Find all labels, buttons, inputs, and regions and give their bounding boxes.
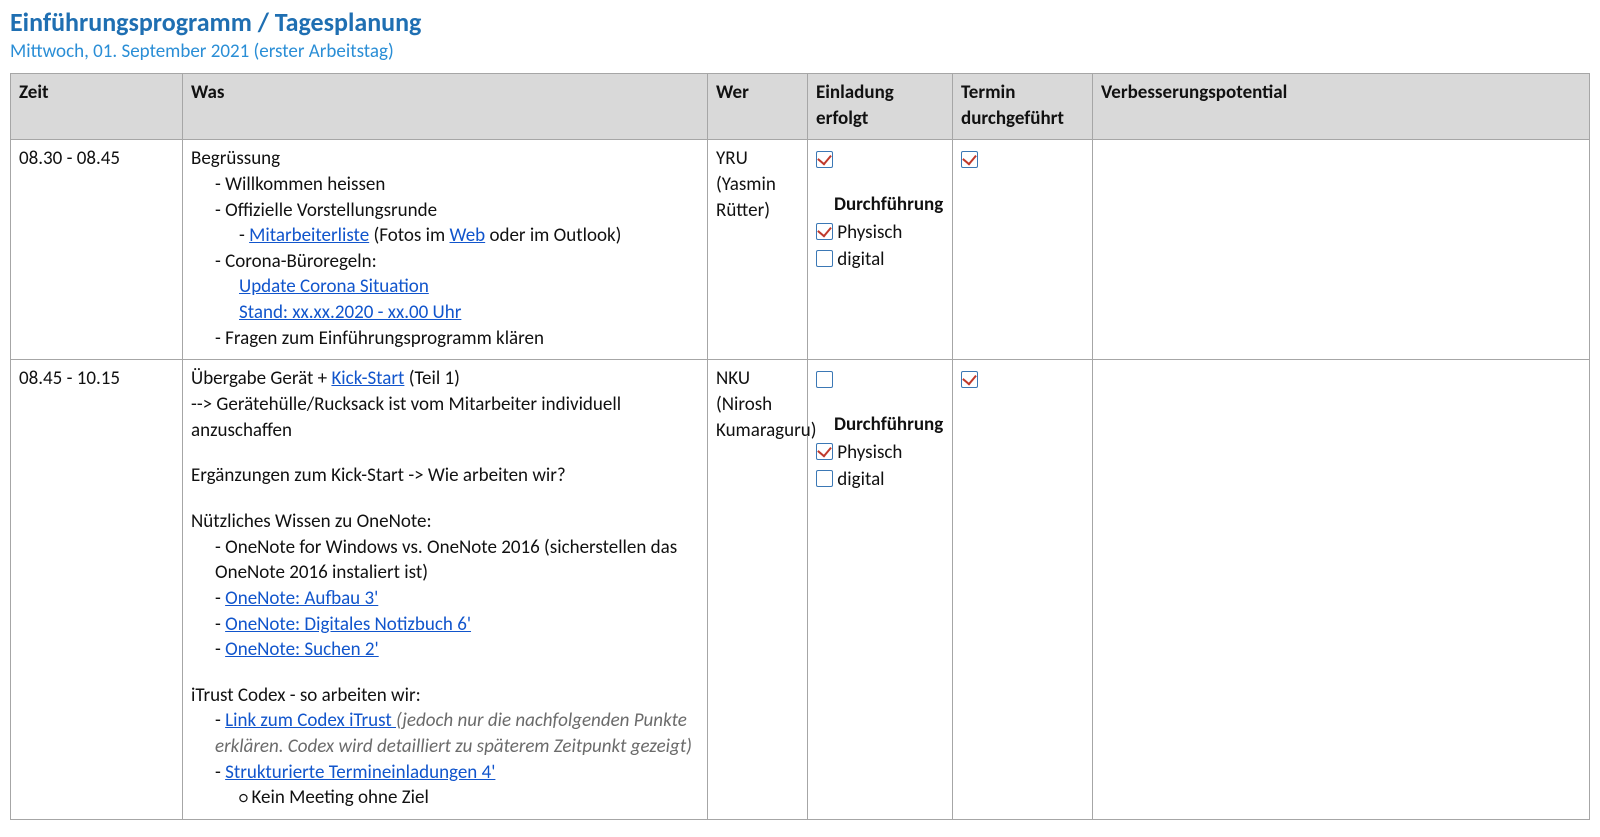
kickstart-link[interactable]: Kick-Start xyxy=(331,367,404,390)
list-item: Willkommen heissen xyxy=(215,172,699,198)
digital-label: digital xyxy=(837,248,884,271)
col-zeit: Zeit xyxy=(11,74,183,140)
text: (Teil 1) xyxy=(404,367,460,390)
web-link[interactable]: Web xyxy=(450,224,486,247)
digital-checkbox[interactable] xyxy=(816,250,833,267)
onenote-suchen-link[interactable]: OneNote: Suchen 2' xyxy=(225,638,379,661)
onenote-notizbuch-link[interactable]: OneNote: Digitales Notizbuch 6' xyxy=(225,613,471,636)
cell-wer: NKU (Nirosh Kumaraguru) xyxy=(708,360,808,820)
list-item: Mitarbeiterliste (Fotos im Web oder im O… xyxy=(239,223,699,249)
schedule-table: Zeit Was Wer Einladung erfolgt Termin du… xyxy=(10,73,1590,820)
termin-checkbox[interactable] xyxy=(961,371,978,388)
digital-label: digital xyxy=(837,468,884,491)
list-item: OneNote: Suchen 2' xyxy=(215,637,699,663)
cell-verbesserung xyxy=(1093,360,1590,820)
text: Übergabe Gerät + xyxy=(191,367,331,390)
physisch-checkbox[interactable] xyxy=(816,443,833,460)
list-item: Offizielle Vorstellungsrunde xyxy=(215,198,699,224)
corona-stand-link[interactable]: Stand: xx.xx.2020 - xx.00 Uhr xyxy=(239,301,461,324)
codex-link[interactable]: Link zum Codex iTrust xyxy=(225,709,396,732)
text: Begrüssung xyxy=(191,146,699,172)
col-termin: Termin durchgeführt xyxy=(953,74,1093,140)
text: (Fotos im xyxy=(369,224,449,247)
durchfuehrung-label: Durchführung xyxy=(834,192,944,218)
onenote-aufbau-link[interactable]: OneNote: Aufbau 3' xyxy=(225,587,378,610)
col-einladung: Einladung erfolgt xyxy=(808,74,953,140)
termineinladungen-link[interactable]: Strukturierte Termineinladungen 4' xyxy=(225,761,495,784)
physisch-label: Physisch xyxy=(837,221,902,244)
col-verbesserung: Verbesserungspotential xyxy=(1093,74,1590,140)
cell-wer: YRU (Yasmin Rütter) xyxy=(708,140,808,360)
page-title: Einführungsprogramm / Tagesplanung xyxy=(10,6,1590,38)
cell-was: Begrüssung Willkommen heissen Offizielle… xyxy=(183,140,708,360)
text: --> Gerätehülle/Rucksack ist vom Mitarbe… xyxy=(191,392,699,443)
list-item: Fragen zum Einführungsprogramm klären xyxy=(215,326,699,352)
cell-termin xyxy=(953,360,1093,820)
cell-was: Übergabe Gerät + Kick-Start (Teil 1) -->… xyxy=(183,360,708,820)
list-item: Link zum Codex iTrust (jedoch nur die na… xyxy=(215,708,699,759)
cell-zeit: 08.45 - 10.15 xyxy=(11,360,183,820)
list-item: Corona-Büroregeln: xyxy=(215,249,699,275)
cell-einladung: Durchführung Physisch digital xyxy=(808,140,953,360)
col-wer: Wer xyxy=(708,74,808,140)
page-subtitle: Mittwoch, 01. September 2021 (erster Arb… xyxy=(10,40,1590,63)
mitarbeiterliste-link[interactable]: Mitarbeiterliste xyxy=(249,224,369,247)
cell-einladung: Durchführung Physisch digital xyxy=(808,360,953,820)
table-row: 08.30 - 08.45 Begrüssung Willkommen heis… xyxy=(11,140,1590,360)
text: Ergänzungen zum Kick-Start -> Wie arbeit… xyxy=(191,463,699,489)
cell-zeit: 08.30 - 08.45 xyxy=(11,140,183,360)
corona-update-link[interactable]: Update Corona Situation xyxy=(239,275,429,298)
list-item: OneNote: Digitales Notizbuch 6' xyxy=(215,612,699,638)
list-item: OneNote: Aufbau 3' xyxy=(215,586,699,612)
list-item: Strukturierte Termineinladungen 4' xyxy=(215,760,699,786)
einladung-checkbox[interactable] xyxy=(816,151,833,168)
physisch-label: Physisch xyxy=(837,441,902,464)
text: Nützliches Wissen zu OneNote: xyxy=(191,509,699,535)
col-was: Was xyxy=(183,74,708,140)
text: iTrust Codex - so arbeiten wir: xyxy=(191,683,699,709)
text: oder im Outlook) xyxy=(485,224,621,247)
table-row: 08.45 - 10.15 Übergabe Gerät + Kick-Star… xyxy=(11,360,1590,820)
termin-checkbox[interactable] xyxy=(961,151,978,168)
list-item: Kein Meeting ohne Ziel xyxy=(239,785,699,811)
durchfuehrung-label: Durchführung xyxy=(834,412,944,438)
list-item: OneNote for Windows vs. OneNote 2016 (si… xyxy=(215,535,699,586)
digital-checkbox[interactable] xyxy=(816,470,833,487)
cell-termin xyxy=(953,140,1093,360)
einladung-checkbox[interactable] xyxy=(816,371,833,388)
cell-verbesserung xyxy=(1093,140,1590,360)
physisch-checkbox[interactable] xyxy=(816,223,833,240)
